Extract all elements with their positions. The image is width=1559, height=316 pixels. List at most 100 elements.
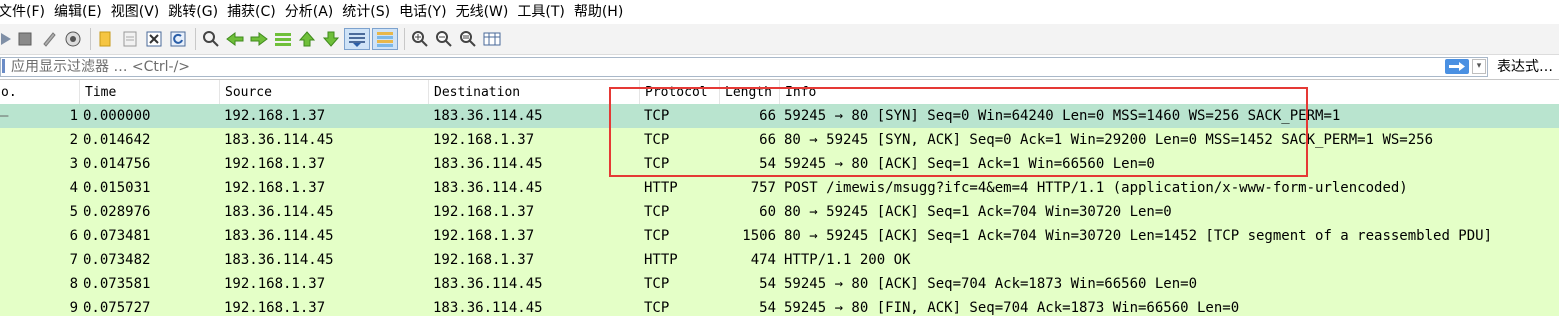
packet-info: 59245 → 80 [FIN, ACK] Seq=704 Ack=1873 W… (784, 300, 1240, 316)
packet-source: 192.168.1.37 (224, 108, 326, 124)
packet-time: 0.014642 (83, 132, 151, 148)
autoscroll-icon[interactable] (344, 28, 370, 50)
menu-edit[interactable]: 编辑(E) (54, 0, 111, 24)
menu-telephony[interactable]: 电话(Y) (399, 0, 455, 24)
capture-options-icon[interactable] (62, 28, 84, 50)
resize-columns-icon[interactable] (481, 28, 503, 50)
start-capture-icon[interactable] (0, 28, 12, 50)
packet-marker (0, 248, 20, 272)
packet-destination: 183.36.114.45 (433, 276, 543, 292)
packet-length: 474 (750, 252, 776, 268)
menu-view[interactable]: 视图(V) (111, 0, 169, 24)
column-header-no[interactable]: o. (0, 80, 80, 104)
packet-length: 54 (759, 300, 776, 316)
reload-file-icon[interactable] (167, 28, 189, 50)
packet-marker: — (0, 108, 9, 124)
packet-time: 0.073481 (83, 228, 151, 244)
packet-length: 1506 (742, 228, 776, 244)
packet-length: 757 (750, 180, 776, 196)
display-filter-input[interactable]: 应用显示过滤器 … <Ctrl-/> (0, 57, 1488, 77)
packet-protocol: TCP (644, 276, 670, 292)
packet-no: 1 (69, 108, 78, 124)
packet-protocol: TCP (644, 228, 670, 244)
menu-capture[interactable]: 捕获(C) (227, 0, 285, 24)
menu-statistics[interactable]: 统计(S) (342, 0, 399, 24)
table-row[interactable]: 7 0.073482 183.36.114.45 192.168.1.37 HTTP 47… (0, 248, 1559, 272)
packet-source: 192.168.1.37 (224, 300, 326, 316)
packet-destination: 192.168.1.37 (433, 204, 535, 220)
toolbar-separator (404, 28, 405, 50)
packet-no: 2 (69, 132, 78, 148)
packet-info: HTTP/1.1 200 OK (784, 252, 911, 268)
packet-protocol: HTTP (644, 252, 678, 268)
zoom-in-icon[interactable] (409, 28, 431, 50)
go-forward-icon[interactable] (248, 28, 270, 50)
packet-no: 6 (69, 228, 78, 244)
find-packet-icon[interactable] (200, 28, 222, 50)
table-row[interactable]: 9 0.075727 192.168.1.37 183.36.114.45 TCP 54 5… (0, 296, 1559, 316)
zoom-normal-icon[interactable] (457, 28, 479, 50)
packet-source: 183.36.114.45 (224, 228, 334, 244)
packet-time: 0.028976 (83, 204, 151, 220)
filter-bookmark-icon[interactable] (2, 59, 5, 73)
zoom-out-icon[interactable] (433, 28, 455, 50)
packet-destination: 183.36.114.45 (433, 300, 543, 316)
packet-marker (0, 272, 20, 296)
menu-go[interactable]: 跳转(G) (168, 0, 227, 24)
packet-destination: 192.168.1.37 (433, 228, 535, 244)
table-row[interactable]: 5 0.028976 183.36.114.45 192.168.1.37 TCP 60 8… (0, 200, 1559, 224)
go-back-icon[interactable] (224, 28, 246, 50)
column-header-source[interactable]: Source (220, 80, 429, 104)
go-to-packet-icon[interactable] (272, 28, 294, 50)
table-row[interactable]: 8 0.073581 192.168.1.37 183.36.114.45 TCP 54 5… (0, 272, 1559, 296)
menu-wireless[interactable]: 无线(W) (456, 0, 518, 24)
toolbar-separator (90, 28, 91, 50)
restart-capture-icon[interactable] (38, 28, 60, 50)
packet-info: 59245 → 80 [ACK] Seq=704 Ack=1873 Win=66… (784, 276, 1198, 292)
save-file-icon[interactable] (119, 28, 141, 50)
menu-file[interactable]: 文件(F) (0, 0, 54, 24)
expression-button[interactable]: 表达式… (1497, 55, 1553, 79)
packet-marker (0, 296, 20, 316)
packet-info: POST /imewis/msugg?ifc=4&em=4 HTTP/1.1 (… (784, 180, 1408, 196)
go-first-icon[interactable] (296, 28, 318, 50)
packet-source: 192.168.1.37 (224, 156, 326, 172)
packet-info: 80 → 59245 [ACK] Seq=1 Ack=704 Win=30720… (784, 228, 1493, 244)
table-row[interactable]: 6 0.073481 183.36.114.45 192.168.1.37 TCP 150… (0, 224, 1559, 248)
apply-filter-icon[interactable] (1445, 59, 1469, 74)
packet-marker (0, 200, 20, 224)
packet-source: 183.36.114.45 (224, 204, 334, 220)
packet-no: 7 (69, 252, 78, 268)
menu-help[interactable]: 帮助(H) (574, 0, 632, 24)
packet-source: 192.168.1.37 (224, 276, 326, 292)
packet-source: 183.36.114.45 (224, 252, 334, 268)
column-header-time[interactable]: Time (80, 80, 220, 104)
packet-no: 3 (69, 156, 78, 172)
main-toolbar (0, 24, 1559, 55)
menu-tools[interactable]: 工具(T) (517, 0, 573, 24)
packet-length: 60 (759, 204, 776, 220)
packet-time: 0.073482 (83, 252, 151, 268)
stop-capture-icon[interactable] (14, 28, 36, 50)
packet-no: 5 (69, 204, 78, 220)
packet-time: 0.014756 (83, 156, 151, 172)
packet-no: 4 (69, 180, 78, 196)
packet-time: 0.015031 (83, 180, 151, 196)
packet-length: 54 (759, 276, 776, 292)
toolbar-separator (195, 28, 196, 50)
packet-time: 0.000000 (83, 108, 151, 124)
packet-no: 9 (69, 300, 78, 316)
menu-analyze[interactable]: 分析(A) (285, 0, 343, 24)
open-file-icon[interactable] (95, 28, 117, 50)
table-row[interactable]: 4 0.015031 192.168.1.37 183.36.114.45 HTTP 75… (0, 176, 1559, 200)
packet-marker (0, 224, 20, 248)
colorize-icon[interactable] (372, 28, 398, 50)
close-file-icon[interactable] (143, 28, 165, 50)
filter-history-dropdown[interactable]: ▾ (1472, 59, 1486, 74)
packet-protocol: HTTP (644, 180, 678, 196)
go-last-icon[interactable] (320, 28, 342, 50)
packet-marker (0, 128, 20, 152)
annotation-highlight-box (609, 87, 1308, 177)
packet-source: 183.36.114.45 (224, 132, 334, 148)
packet-protocol: TCP (644, 204, 670, 220)
